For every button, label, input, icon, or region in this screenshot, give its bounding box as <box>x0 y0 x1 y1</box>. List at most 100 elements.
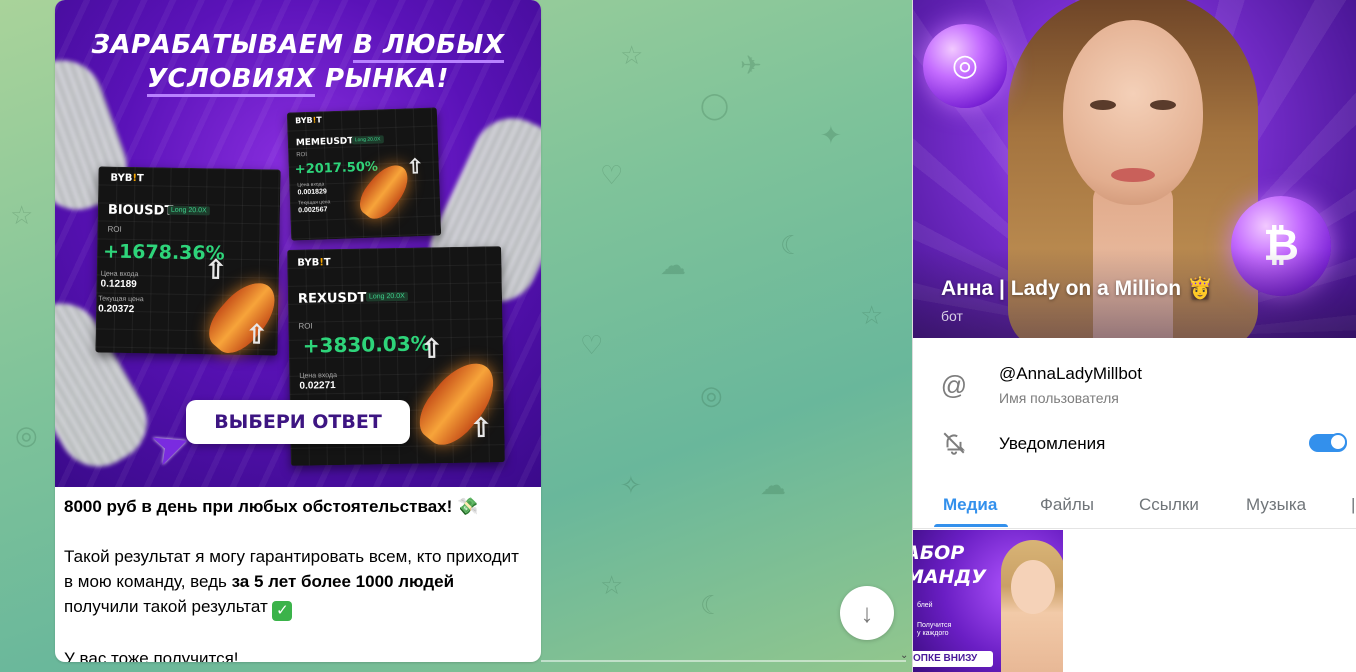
roi-label: ROI <box>107 224 122 234</box>
entry-value: 0.001829 <box>297 188 327 197</box>
entry-label: Цена входа <box>297 181 325 189</box>
scroll-down-button[interactable]: ↓ <box>840 586 894 640</box>
chat-area: ☆ ◯ ✈ ♡ ✦ ☁ ☾ ☆ ♡ ◎ ✧ ☁ ☆ ☾ ☆ ◎ ЗАРАБАТЫ… <box>0 0 912 672</box>
thumb-caption: у каждого <box>917 630 949 637</box>
tab-media[interactable]: Медиа <box>943 495 997 515</box>
roi-label: ROI <box>298 321 313 331</box>
current-value: 0.20372 <box>98 303 135 316</box>
tab-music[interactable]: Музыка <box>1246 495 1306 515</box>
bybit-logo: BYB!T <box>294 115 322 126</box>
profile-photo[interactable]: ◎ ₿ Анна | Lady on a Million 👸 бот <box>913 0 1356 338</box>
arrow-up-icon: ⇧ <box>204 254 227 285</box>
message-headline: 8000 руб в день при любых обстоятельства… <box>64 497 453 516</box>
username-value: @AnnaLadyMillbot <box>999 364 1142 383</box>
check-mark-icon: ✓ <box>272 601 293 621</box>
portrait-lips <box>1111 168 1155 182</box>
message-paragraph-1: 8000 руб в день при любых обстоятельства… <box>64 494 532 519</box>
trade-pair: BIOUSDT <box>107 202 174 219</box>
doodle-cloud-icon: ☁ <box>660 250 686 280</box>
thumb-button: ОПКЕ ВНИЗУ <box>913 651 993 667</box>
thumb-face <box>1011 560 1055 614</box>
arrow-up-icon: ⇧ <box>420 333 443 364</box>
portrait-eye <box>1150 100 1176 110</box>
doodle-star-icon: ✧ <box>620 470 642 500</box>
thumb-caption: блей <box>917 602 933 609</box>
bell-off-icon <box>939 430 969 460</box>
arrow-down-icon: ↓ <box>860 598 874 628</box>
profile-name: Анна | Lady on a Million 👸 <box>941 277 1213 301</box>
choose-answer-button[interactable]: ВЫБЕРИ ОТВЕТ <box>186 400 410 444</box>
thumb-caption: Получится <box>917 622 952 629</box>
toggle-knob <box>1329 433 1347 451</box>
doodle-star-icon: ☆ <box>600 570 624 600</box>
chat-scrollbar[interactable] <box>541 660 906 662</box>
media-thumbnail[interactable]: АБОР МАНДУ блей Получится у каждого ОПКЕ… <box>913 530 1063 672</box>
doodle-cloud-icon: ☁ <box>760 470 786 500</box>
doodle-planet-icon: ◯ <box>700 90 730 120</box>
bybit-logo: BYB!T <box>110 172 144 185</box>
doodle-planet-icon: ◎ <box>700 380 723 410</box>
trade-card-meme: BYB!T MEMEUSDT Long 20.0X ROI +2017.50% … <box>286 107 442 241</box>
entry-value: 0.12189 <box>100 278 137 291</box>
arrow-up-icon: ⇧ <box>245 319 268 350</box>
trade-pair: REXUSDT <box>297 290 367 307</box>
doodle-moon-icon: ☾ <box>780 230 804 260</box>
doodle-moon-icon: ☾ <box>700 590 724 620</box>
coin-icon: ◎ <box>923 24 1007 108</box>
doodle-rocket-icon: ✈ <box>740 50 762 80</box>
headline-word-underlined: УСЛОВИЯХ <box>146 64 316 97</box>
tab-more[interactable]: | <box>1351 495 1355 515</box>
profile-type: бот <box>941 308 963 324</box>
doodle-heart-icon: ♡ <box>600 160 624 190</box>
doodle-planet-icon: ◎ <box>15 420 38 450</box>
headline-word-underlined: В ЛЮБЫХ <box>353 30 505 63</box>
promo-image[interactable]: ЗАРАБАТЫВАЕМ В ЛЮБЫХ УСЛОВИЯХ РЫНКА! BYB… <box>55 0 541 487</box>
trade-card-bio: BYB!T BIOUSDT Long 20.0X ROI +1678.36% Ц… <box>95 166 287 363</box>
profile-name-text: Анна | Lady on a Million <box>941 277 1182 300</box>
message-bold-span: за 5 лет более 1000 людей <box>231 572 455 591</box>
media-tabs: Медиа Файлы Ссылки Музыка | <box>913 480 1356 529</box>
notifications-label: Уведомления <box>999 434 1106 453</box>
message-text-span: У вас тоже получится! <box>64 649 239 662</box>
arrow-up-icon: ⇧ <box>470 412 493 443</box>
tab-links[interactable]: Ссылки <box>1139 495 1199 515</box>
doodle-star-icon: ☆ <box>620 40 644 70</box>
trade-tag: Long 20.0X <box>167 205 210 216</box>
tab-files[interactable]: Файлы <box>1040 495 1094 515</box>
current-value: 0.002567 <box>298 206 328 215</box>
entry-value: 0.02271 <box>299 380 336 392</box>
notifications-row[interactable]: Уведомления <box>913 420 1356 470</box>
doodle-star-icon: ☆ <box>10 200 34 230</box>
message-paragraph-2: Такой результат я могу гарантировать все… <box>64 544 532 621</box>
username-label: Имя пользователя <box>999 390 1119 406</box>
bybit-logo: BYB!T <box>297 257 331 269</box>
portrait-eye <box>1090 100 1116 110</box>
message-bubble[interactable]: ЗАРАБАТЫВАЕМ В ЛЮБЫХ УСЛОВИЯХ РЫНКА! BYB… <box>55 0 541 662</box>
money-wings-icon: 💸 <box>457 497 479 516</box>
trade-tag: Long 20.0X <box>351 135 384 145</box>
roi-value: +3830.03% <box>302 331 431 358</box>
roi-value: +2017.50% <box>294 159 379 178</box>
username-row[interactable]: @ @AnnaLadyMillbot Имя пользователя <box>913 350 1356 414</box>
headline-word: РЫНКА! <box>325 64 450 94</box>
trade-tag: Long 20.0X <box>365 291 408 302</box>
promo-headline-line2: УСЛОВИЯХ РЫНКА! <box>55 64 541 97</box>
chevron-down-icon[interactable]: ⌄ <box>900 650 908 661</box>
arrow-up-icon: ⇧ <box>406 155 424 179</box>
doodle-star-icon: ✦ <box>820 120 842 150</box>
active-tab-indicator <box>934 524 1008 527</box>
princess-icon: 👸 <box>1186 277 1214 300</box>
notifications-toggle[interactable] <box>1309 433 1347 452</box>
roi-label: ROI <box>296 151 308 159</box>
thumb-headline: АБОР <box>913 542 965 564</box>
promo-headline-line1: ЗАРАБАТЫВАЕМ В ЛЮБЫХ <box>55 30 541 63</box>
message-text-span: получили такой результат <box>64 597 268 616</box>
current-label: Текущая цена <box>297 199 331 207</box>
trade-pair: MEMEUSDT <box>295 136 354 149</box>
profile-panel: ◎ ₿ Анна | Lady on a Million 👸 бот @ @An… <box>912 0 1356 672</box>
at-sign-icon: @ <box>940 370 968 400</box>
thumb-headline: МАНДУ <box>913 566 987 588</box>
message-paragraph-3: У вас тоже получится! <box>64 646 532 662</box>
message-text: 8000 руб в день при любых обстоятельства… <box>55 487 541 662</box>
doodle-star-icon: ☆ <box>860 300 884 330</box>
